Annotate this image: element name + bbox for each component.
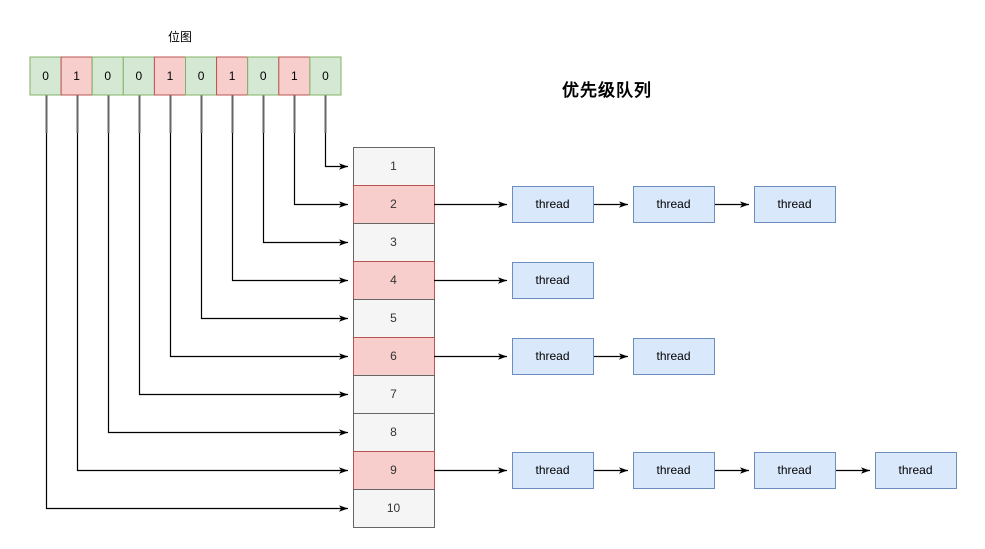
thread-node[interactable]: thread <box>512 186 594 223</box>
thread-node[interactable]: thread <box>875 452 957 489</box>
bitmap-cell-value: 1 <box>73 69 80 83</box>
bitmap-cell[interactable]: 1 <box>278 56 311 96</box>
priority-queue-row[interactable]: 5 <box>353 299 435 338</box>
thread-node[interactable]: thread <box>512 338 594 375</box>
priority-queue-row[interactable]: 4 <box>353 261 435 300</box>
thread-node[interactable]: thread <box>754 186 836 223</box>
thread-node-label: thread <box>777 463 811 477</box>
bitmap-cell[interactable]: 1 <box>216 56 249 96</box>
thread-node[interactable]: thread <box>512 452 594 489</box>
thread-node[interactable]: thread <box>754 452 836 489</box>
bitmap-cell[interactable]: 0 <box>91 56 124 96</box>
priority-queue-row[interactable]: 6 <box>353 337 435 376</box>
priority-queue-row[interactable]: 2 <box>353 185 435 224</box>
thread-node-list: thread thread thread thread thread thread thre… <box>512 186 957 489</box>
thread-node[interactable]: thread <box>633 338 715 375</box>
thread-link-arrows <box>434 201 870 474</box>
bitmap-cell[interactable]: 0 <box>29 56 62 96</box>
bitmap-cell[interactable]: 1 <box>60 56 93 96</box>
bitmap-cell-value: 1 <box>167 69 174 83</box>
bitmap-to-row-connector <box>231 131 348 284</box>
bitmap-array: 0 1 0 0 1 0 1 0 1 0 <box>29 56 342 96</box>
bitmap-cell-value: 0 <box>322 69 329 83</box>
thread-node-label: thread <box>898 463 932 477</box>
bitmap-to-row-connector <box>324 131 348 170</box>
thread-node-label: thread <box>656 463 690 477</box>
priority-queue-row-label: 5 <box>390 311 397 325</box>
thread-node-label: thread <box>535 197 569 211</box>
diagram-svg: 0100101010 12345678910 thread thread threa… <box>29 56 957 528</box>
priority-queue-row-label: 1 <box>390 159 397 173</box>
priority-queue-row-label: 3 <box>390 235 397 249</box>
bitmap-cell[interactable]: 0 <box>185 56 218 96</box>
bitmap-to-row-connector <box>45 131 348 512</box>
priority-queue-row[interactable]: 7 <box>353 375 435 414</box>
priority-queue-row-label: 10 <box>387 501 401 515</box>
priority-queue-row[interactable]: 3 <box>353 223 435 262</box>
priority-queue-row-label: 8 <box>390 425 397 439</box>
priority-queue-row-label: 4 <box>390 273 397 287</box>
bitmap-cell[interactable]: 0 <box>247 56 280 96</box>
bitmap-to-row-connector <box>262 131 348 246</box>
priority-queue-row-label: 6 <box>390 349 397 363</box>
bitmap-cell[interactable]: 1 <box>153 56 186 96</box>
bitmap-cell-value: 0 <box>104 69 111 83</box>
priority-queue-row-label: 9 <box>390 463 397 477</box>
thread-node-label: thread <box>535 463 569 477</box>
bitmap-to-row-connector <box>76 131 348 474</box>
bitmap-cell-value: 0 <box>136 69 143 83</box>
bitmap-to-queue-connectors <box>45 131 348 512</box>
thread-node-label: thread <box>656 349 690 363</box>
bitmap-cell-value: 1 <box>229 69 236 83</box>
bitmap-cell-value: 0 <box>198 69 205 83</box>
thread-node[interactable]: thread <box>633 452 715 489</box>
bitmap-to-row-connector <box>107 131 348 436</box>
bitmap-cell-value: 0 <box>42 69 49 83</box>
priority-queue-row-label: 2 <box>390 197 397 211</box>
bitmap-cell[interactable]: 0 <box>309 56 342 96</box>
bitmap-to-row-connector <box>293 131 348 208</box>
bitmap-cell-value: 1 <box>291 69 298 83</box>
thread-node-label: thread <box>777 197 811 211</box>
thread-node-label: thread <box>535 349 569 363</box>
bitmap-cell-value: 0 <box>260 69 267 83</box>
priority-queue-column: 1 2 3 4 5 6 7 8 9 10 <box>353 147 435 528</box>
priority-queue-row[interactable]: 9 <box>353 451 435 490</box>
priority-queue-row[interactable]: 1 <box>353 147 435 186</box>
priority-queue-row[interactable]: 8 <box>353 413 435 452</box>
thread-node-label: thread <box>656 197 690 211</box>
bitmap-cell[interactable]: 0 <box>122 56 155 96</box>
bitmap-drop-stubs <box>45 95 327 133</box>
bitmap-to-row-connector <box>169 131 348 360</box>
thread-node[interactable]: thread <box>633 186 715 223</box>
thread-node[interactable]: thread <box>512 262 594 299</box>
priority-queue-row[interactable]: 10 <box>353 489 435 528</box>
thread-node-label: thread <box>535 273 569 287</box>
diagram-canvas: 位图 优先级队列 0100101010 1 2 3 4 5 6 7 8 9 10 thread th… <box>0 0 985 549</box>
priority-queue-row-label: 7 <box>390 387 397 401</box>
